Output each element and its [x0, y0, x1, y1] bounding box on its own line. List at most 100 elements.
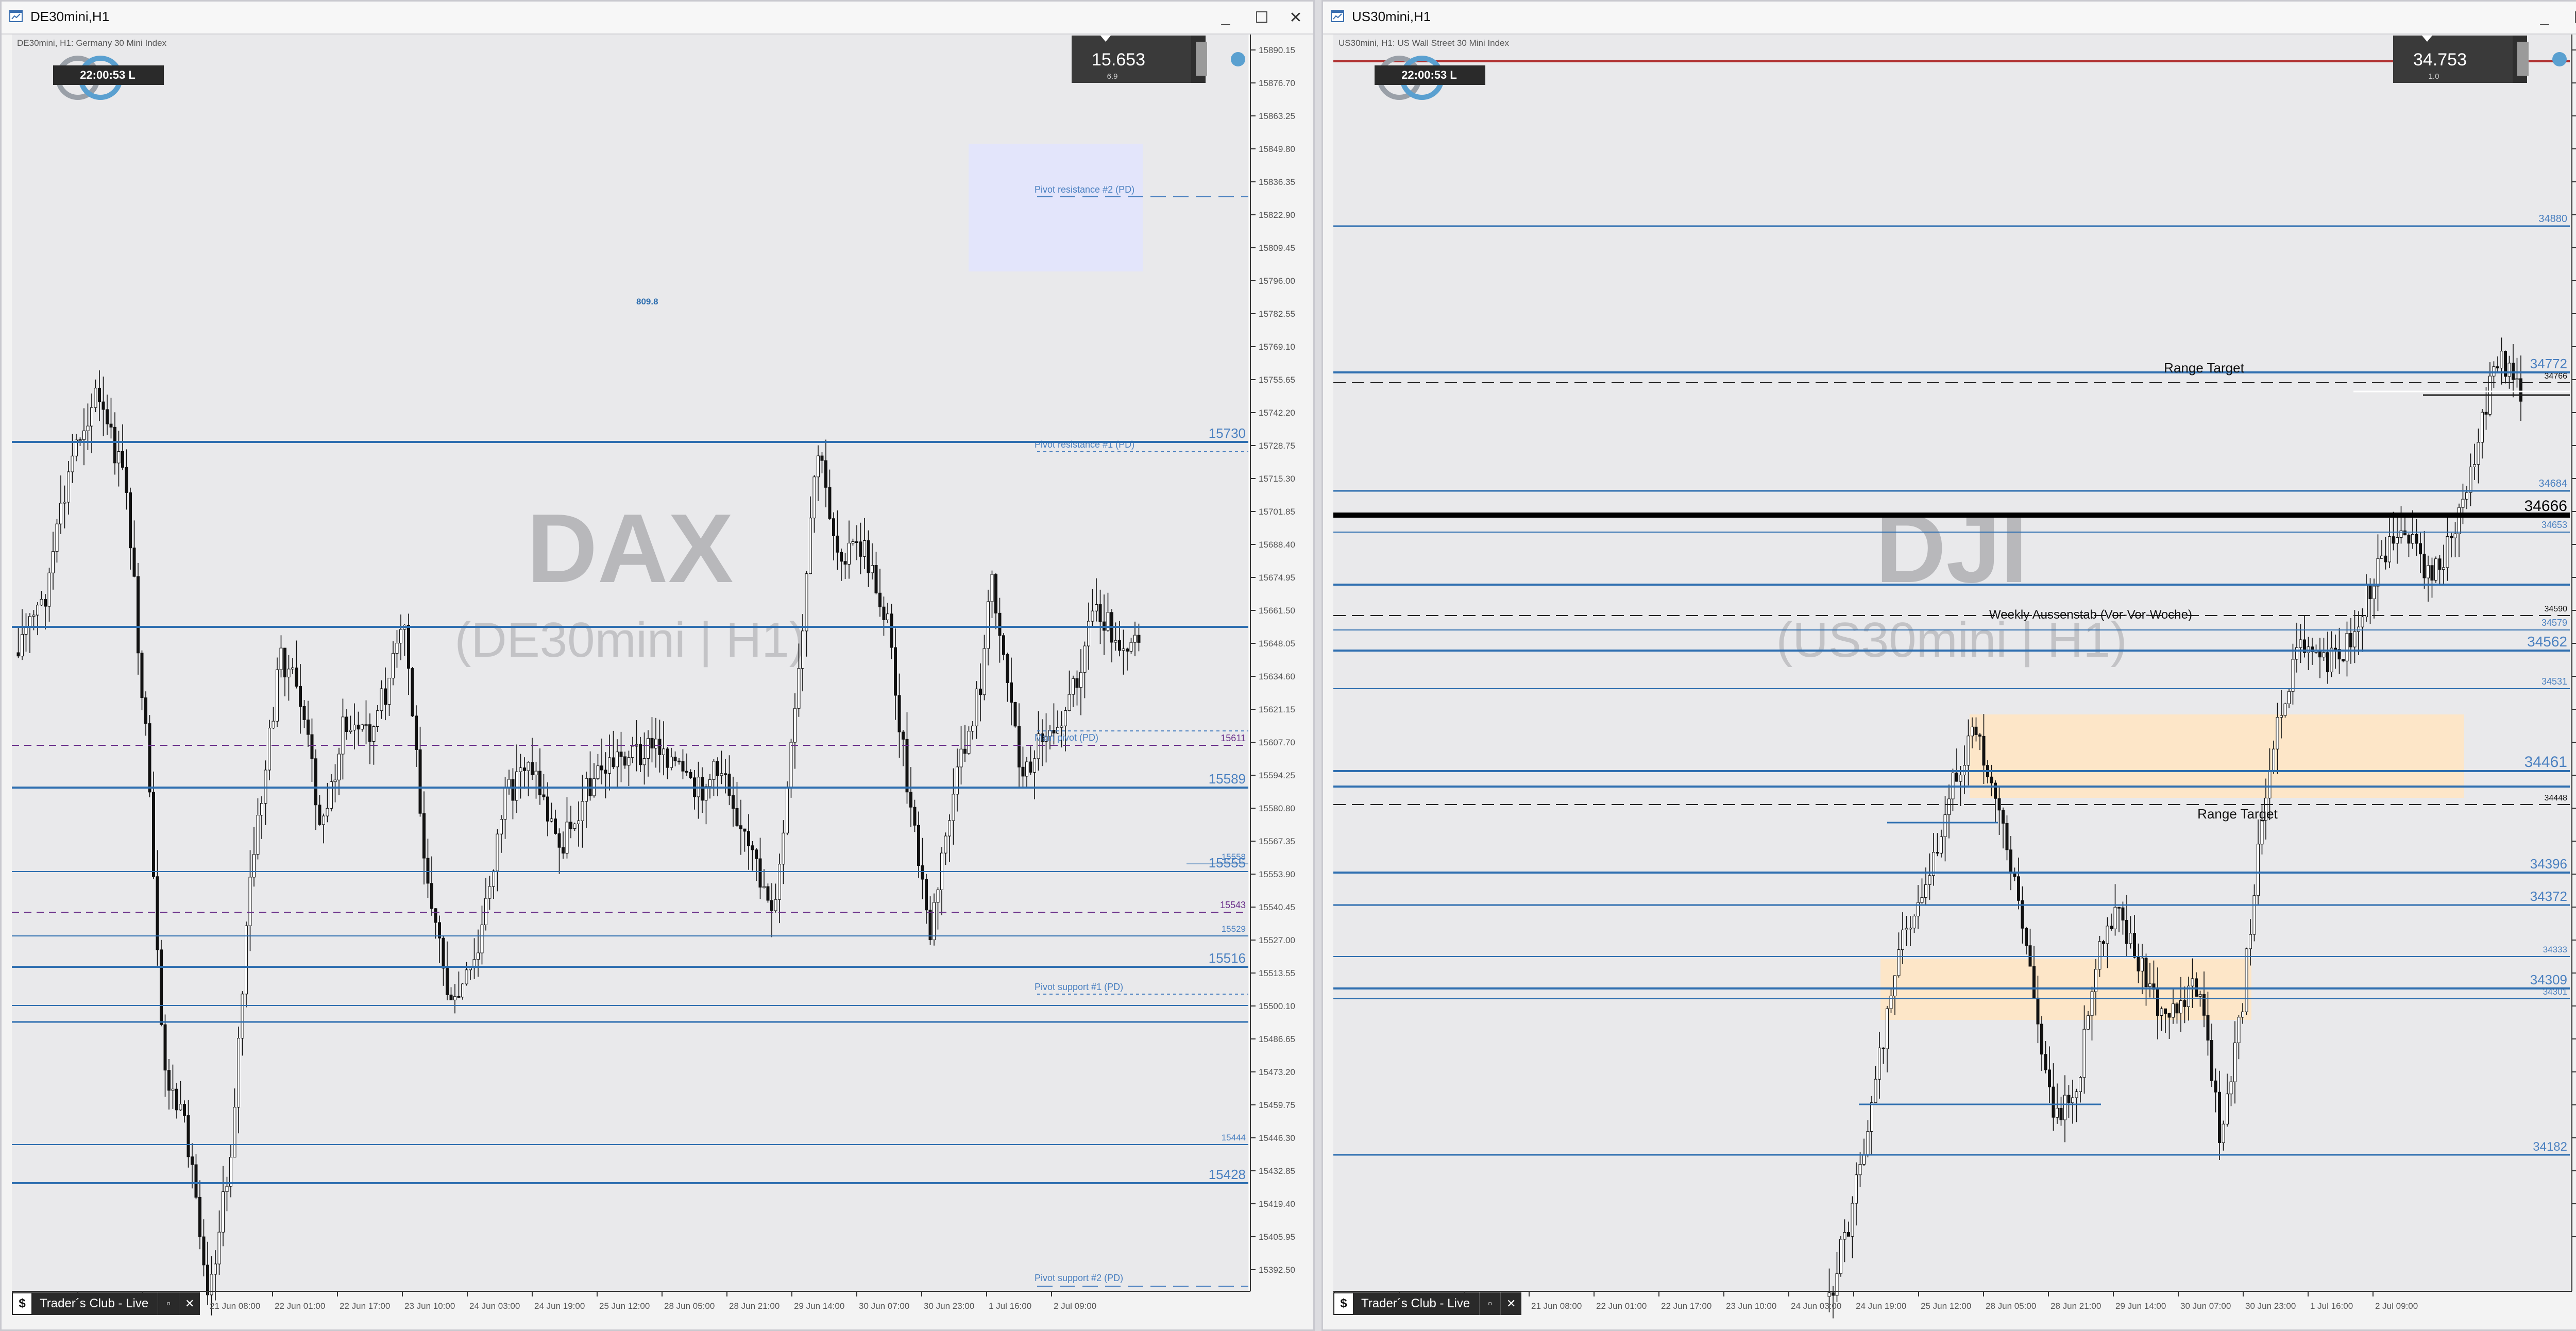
candle-body [1912, 915, 1916, 929]
candle-body [712, 761, 716, 780]
price-tick-label: 15419.40 [1259, 1199, 1295, 1209]
candle-body [2063, 1095, 2066, 1120]
title-bar[interactable]: US30mini,H1 _ ☐ ✕ [1323, 2, 2576, 35]
level-34880-label: 34880 [2538, 213, 2567, 225]
candle-body [307, 719, 310, 735]
candle-body [511, 779, 515, 801]
price-tick-label: 15648.05 [1259, 639, 1295, 649]
candle-body [364, 724, 368, 726]
ticker-price: 15.653 [1092, 50, 1145, 70]
level-15529-label: 15529 [1222, 924, 1246, 934]
price-tick-label: 15607.70 [1259, 738, 1295, 747]
candle-body [2141, 958, 2144, 971]
candle-body [2164, 1008, 2167, 1014]
title-bar[interactable]: DE30mini,H1 _ ☐ ✕ [2, 2, 1313, 35]
minimize-button[interactable]: _ [2529, 4, 2560, 31]
close-icon[interactable]: ✕ [179, 1292, 200, 1315]
candle-body [496, 833, 499, 872]
candle-body [562, 847, 565, 854]
dax-chart-area[interactable]: DAX (DE30mini | H1) DE30mini, H1: German… [12, 35, 1305, 1322]
candle-body [98, 387, 101, 402]
time-tick-label: 23 Jun 10:00 [1726, 1301, 1776, 1311]
candle-body [1091, 610, 1094, 622]
candle-body [430, 883, 433, 909]
candle-body [90, 407, 93, 426]
restore-icon[interactable]: ▫ [158, 1292, 179, 1315]
price-tick-label: 15486.65 [1259, 1034, 1295, 1044]
level-15558-label: 15558 [1222, 852, 1246, 862]
candle-body [2032, 966, 2036, 998]
candle-body [2028, 945, 2032, 967]
candle-body [1095, 604, 1098, 611]
candle-body [848, 542, 851, 565]
pivot-support-2-label: Pivot support #2 (PD) [1035, 1273, 1123, 1283]
maximize-button[interactable]: ☐ [1246, 4, 1277, 31]
candle-body [144, 697, 147, 724]
candle-body [1013, 702, 1017, 727]
dax-chart-window[interactable]: DE30mini,H1 _ ☐ ✕ DAX (DE30mini | H1) DE… [0, 0, 1315, 1331]
candle-body [531, 762, 534, 775]
candle-body [2260, 820, 2264, 845]
candle-body [573, 823, 577, 829]
close-button[interactable]: ✕ [1280, 4, 1311, 31]
candle-body [156, 876, 159, 950]
candle-body [426, 858, 430, 884]
candle-body [855, 541, 858, 543]
range-target-bottom-label: Range Target [2197, 806, 2278, 822]
candle-body [1959, 775, 1962, 782]
candle-body [387, 677, 391, 705]
candle-body [2237, 1017, 2241, 1044]
window-title: DE30mini,H1 [30, 9, 110, 24]
candle-body [778, 864, 781, 900]
candle-body [2175, 1003, 2179, 1014]
price-tick-label: 15769.10 [1259, 342, 1295, 352]
level-34766-label: 34766 [2545, 372, 2568, 381]
candle-body [24, 626, 28, 635]
price-tick-label: 15674.95 [1259, 573, 1295, 583]
candle-body [2222, 1123, 2225, 1144]
restore-icon[interactable]: ▫ [1479, 1292, 1501, 1315]
candle-body [600, 765, 603, 771]
dji-chart-area[interactable]: DJI (US30mini | H1) US30mini, H1: US Wal… [1333, 35, 2576, 1322]
candle-body [1029, 761, 1032, 773]
candle-body [894, 647, 897, 696]
candle-body [137, 576, 140, 654]
account-status-bar[interactable]: $ Trader´s Club - Live ▫ ✕ [12, 1292, 200, 1315]
price-tick-label: 15405.95 [1259, 1232, 1295, 1242]
candle-body [1997, 798, 2001, 811]
candle-body [2040, 1023, 2043, 1055]
candle-body [1909, 928, 1912, 930]
candle-body [979, 688, 982, 695]
dji-chart-window[interactable]: US30mini,H1 _ ☐ ✕ DJI (US30mini | H1) US… [1321, 0, 2576, 1331]
candle-body [82, 430, 86, 440]
minimize-button[interactable]: _ [1210, 4, 1241, 31]
candle-body [101, 401, 105, 410]
candle-body [2361, 617, 2364, 627]
price-tick-label: 15809.45 [1259, 243, 1295, 253]
candle-body [233, 1106, 236, 1158]
candle-body [1006, 654, 1009, 683]
chart-info-text: DE30mini, H1: Germany 30 Mini Index [17, 38, 167, 48]
account-status-bar[interactable]: $ Trader´s Club - Live ▫ ✕ [1333, 1292, 1522, 1315]
candle-body [1137, 635, 1141, 643]
candle-body [2469, 466, 2472, 493]
candle-body [260, 803, 263, 816]
candle-body [2453, 533, 2457, 538]
candle-body [1974, 726, 1978, 735]
candle-body [2280, 715, 2283, 718]
candle-body [2144, 958, 2148, 987]
candle-body [944, 835, 947, 854]
candle-body [971, 725, 974, 731]
candle-body [534, 771, 538, 775]
candle-body [758, 858, 762, 888]
candle-body [554, 818, 557, 834]
time-tick-label: 23 Jun 10:00 [404, 1301, 455, 1311]
candle-body [2257, 844, 2260, 896]
window-divider[interactable] [1315, 0, 1321, 1331]
time-tick-label: 22 Jun 17:00 [340, 1301, 390, 1311]
candle-body [2098, 941, 2102, 970]
close-icon[interactable]: ✕ [1500, 1292, 1522, 1315]
ticker-spread: 1.0 [2429, 72, 2439, 81]
maximize-button[interactable]: ☐ [2565, 4, 2576, 31]
candle-body [666, 748, 669, 768]
